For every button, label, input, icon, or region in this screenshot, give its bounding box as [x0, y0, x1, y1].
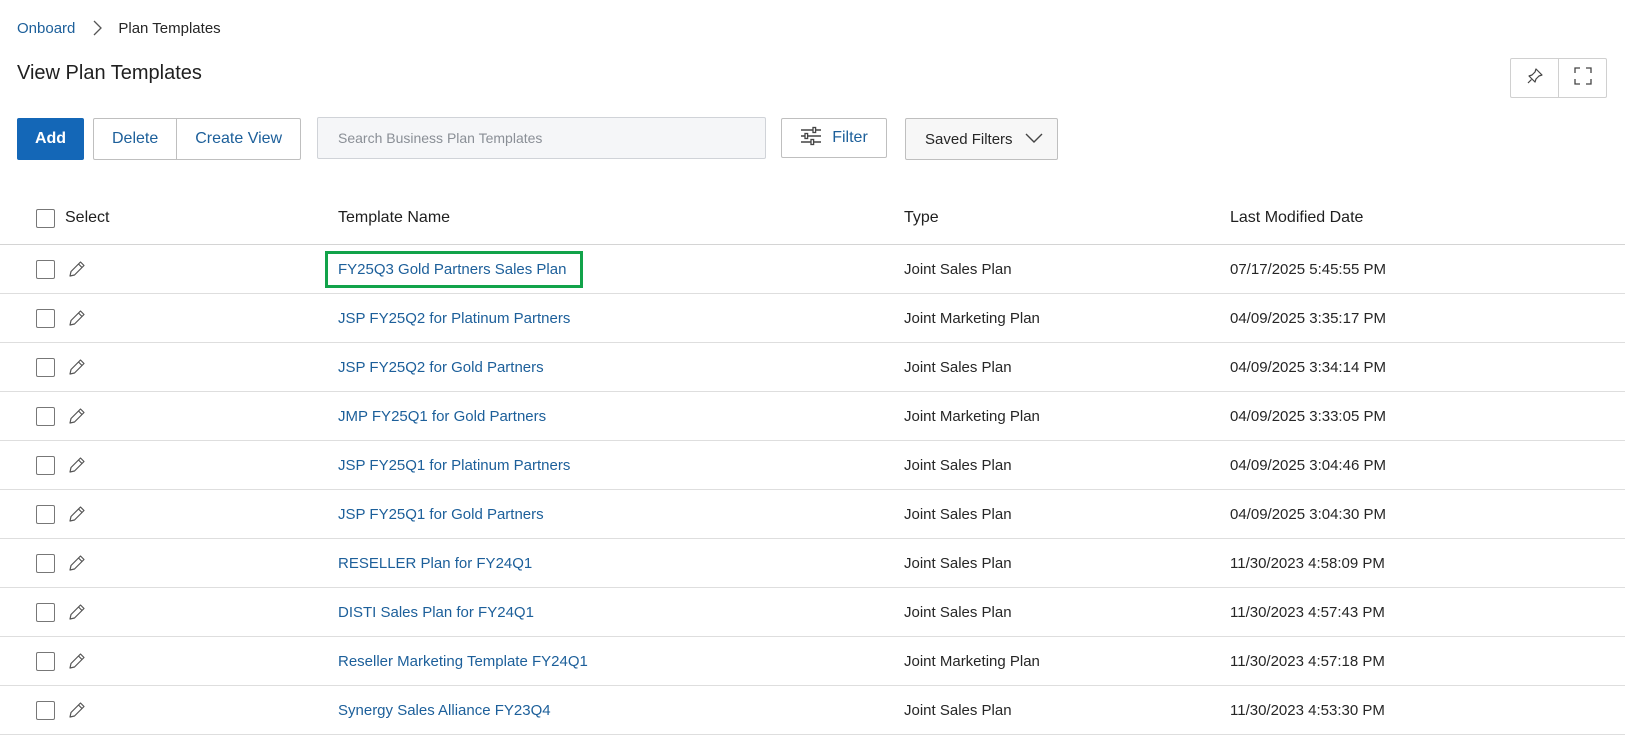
row-checkbox[interactable] [36, 455, 55, 475]
saved-filters-label: Saved Filters [925, 130, 1013, 148]
table-row: FY25Q3 Gold Partners Sales Plan Joint Sa… [0, 244, 1625, 294]
row-checkbox[interactable] [36, 259, 55, 279]
type-cell: Joint Sales Plan [904, 244, 1230, 294]
pin-icon [1526, 67, 1544, 90]
table-row: JSP FY25Q1 for Platinum Partners Joint S… [0, 440, 1625, 490]
delete-button[interactable]: Delete [94, 119, 176, 159]
template-name-link[interactable]: JSP FY25Q2 for Gold Partners [338, 359, 544, 376]
pencil-icon[interactable] [67, 406, 87, 426]
modified-cell: 04/09/2025 3:04:30 PM [1230, 489, 1625, 539]
row-checkbox[interactable] [36, 651, 55, 671]
table-row: RESELLER Plan for FY24Q1 Joint Sales Pla… [0, 538, 1625, 588]
modified-cell: 07/17/2025 5:45:55 PM [1230, 244, 1625, 294]
table-row: Reseller Marketing Template FY24Q1 Joint… [0, 636, 1625, 686]
pencil-icon[interactable] [67, 308, 87, 328]
template-name-header[interactable]: Template Name [338, 192, 904, 245]
row-checkbox[interactable] [36, 602, 55, 622]
filter-button[interactable]: Filter [781, 118, 887, 158]
template-name-link[interactable]: JSP FY25Q1 for Platinum Partners [338, 457, 570, 474]
table-row: JSP FY25Q2 for Platinum Partners Joint M… [0, 293, 1625, 343]
type-cell: Joint Sales Plan [904, 685, 1230, 735]
pencil-icon[interactable] [67, 602, 87, 622]
row-checkbox[interactable] [36, 308, 55, 328]
row-checkbox[interactable] [36, 553, 55, 573]
pencil-icon[interactable] [67, 700, 87, 720]
type-cell: Joint Sales Plan [904, 587, 1230, 637]
type-cell: Joint Sales Plan [904, 342, 1230, 392]
row-checkbox[interactable] [36, 700, 55, 720]
template-name-link[interactable]: JSP FY25Q1 for Gold Partners [338, 506, 544, 523]
table-row: DISTI Sales Plan for FY24Q1 Joint Sales … [0, 587, 1625, 637]
add-button[interactable]: Add [17, 118, 84, 160]
breadcrumb-current: Plan Templates [118, 19, 221, 37]
breadcrumb: Onboard Plan Templates [17, 18, 221, 38]
modified-cell: 11/30/2023 4:57:43 PM [1230, 587, 1625, 637]
type-cell: Joint Marketing Plan [904, 293, 1230, 343]
table-header-row: Select Template Name Type Last Modified … [0, 192, 1625, 245]
expand-icon [1573, 66, 1592, 90]
create-view-button[interactable]: Create View [176, 119, 300, 159]
table-row: Synergy Sales Alliance FY23Q4 Joint Sale… [0, 685, 1625, 735]
modified-cell: 04/09/2025 3:35:17 PM [1230, 293, 1625, 343]
table-row: JMP FY25Q1 for Gold Partners Joint Marke… [0, 391, 1625, 441]
select-column-header: Select [0, 192, 338, 245]
filter-label: Filter [832, 129, 868, 146]
template-name-link[interactable]: RESELLER Plan for FY24Q1 [338, 555, 532, 572]
pencil-icon[interactable] [67, 357, 87, 377]
modified-cell: 04/09/2025 3:33:05 PM [1230, 391, 1625, 441]
pin-button[interactable] [1511, 59, 1558, 97]
table-row: JSP FY25Q1 for Gold Partners Joint Sales… [0, 489, 1625, 539]
type-cell: Joint Sales Plan [904, 538, 1230, 588]
pencil-icon[interactable] [67, 651, 87, 671]
modified-cell: 11/30/2023 4:58:09 PM [1230, 538, 1625, 588]
pencil-icon[interactable] [67, 553, 87, 573]
search-box [317, 117, 766, 159]
type-cell: Joint Sales Plan [904, 440, 1230, 490]
type-cell: Joint Marketing Plan [904, 391, 1230, 441]
search-input[interactable] [318, 118, 765, 158]
plan-templates-table: Select Template Name Type Last Modified … [0, 192, 1625, 735]
last-modified-header[interactable]: Last Modified Date [1230, 192, 1625, 245]
template-name-link[interactable]: JSP FY25Q2 for Platinum Partners [338, 310, 570, 327]
modified-cell: 11/30/2023 4:57:18 PM [1230, 636, 1625, 686]
type-cell: Joint Sales Plan [904, 489, 1230, 539]
row-checkbox[interactable] [36, 406, 55, 426]
chevron-right-icon [93, 20, 103, 36]
saved-filters-dropdown[interactable]: Saved Filters [905, 118, 1058, 160]
page-title: View Plan Templates [17, 62, 202, 84]
template-name-link[interactable]: DISTI Sales Plan for FY24Q1 [338, 604, 534, 621]
expand-button[interactable] [1558, 59, 1606, 97]
row-checkbox[interactable] [36, 357, 55, 377]
chevron-down-icon [1025, 131, 1043, 148]
template-name-link[interactable]: JMP FY25Q1 for Gold Partners [338, 408, 546, 425]
template-name-link[interactable]: FY25Q3 Gold Partners Sales Plan [325, 250, 584, 288]
template-name-link[interactable]: Synergy Sales Alliance FY23Q4 [338, 702, 551, 719]
pencil-icon[interactable] [67, 259, 87, 279]
type-cell: Joint Marketing Plan [904, 636, 1230, 686]
row-checkbox[interactable] [36, 504, 55, 524]
breadcrumb-onboard-link[interactable]: Onboard [17, 20, 75, 37]
template-name-link[interactable]: Reseller Marketing Template FY24Q1 [338, 653, 588, 670]
action-button-group: Delete Create View [93, 118, 302, 160]
modified-cell: 04/09/2025 3:04:46 PM [1230, 440, 1625, 490]
modified-cell: 11/30/2023 4:53:30 PM [1230, 685, 1625, 735]
type-header[interactable]: Type [904, 192, 1230, 245]
select-all-checkbox[interactable] [36, 208, 55, 228]
pencil-icon[interactable] [67, 504, 87, 524]
modified-cell: 04/09/2025 3:34:14 PM [1230, 342, 1625, 392]
filter-sliders-icon [800, 126, 822, 151]
select-header-label: Select [65, 209, 110, 226]
page-tools [1510, 58, 1607, 98]
pencil-icon[interactable] [67, 455, 87, 475]
table-row: JSP FY25Q2 for Gold Partners Joint Sales… [0, 342, 1625, 392]
